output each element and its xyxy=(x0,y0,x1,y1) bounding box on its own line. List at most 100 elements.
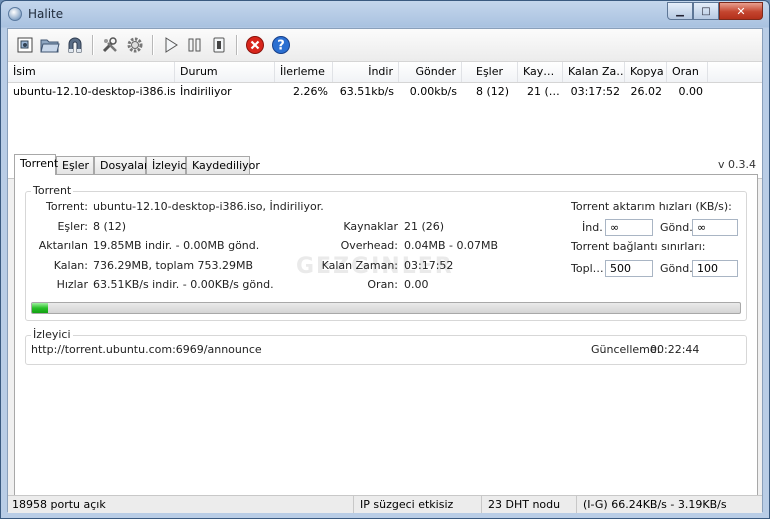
torrent-tab-panel: Torrent GEZGINLER Torrent: ubuntu-12.10-… xyxy=(14,174,758,496)
remaining-label: Kalan: xyxy=(53,259,88,272)
minimize-icon: ▁ xyxy=(676,5,684,17)
peers-value: 8 (12) xyxy=(93,220,127,233)
toolbar-separator xyxy=(236,35,238,55)
transferred-value: 19.85MB indir. - 0.00MB gönd. xyxy=(93,239,260,252)
help-button[interactable]: ? xyxy=(270,34,292,56)
remove-button[interactable] xyxy=(244,34,266,56)
rate-up-label: Gönd. xyxy=(660,221,693,234)
cell-name: ubuntu-12.10-desktop-i386.iso xyxy=(13,85,175,98)
status-dht: 23 DHT nodu xyxy=(481,496,576,513)
speeds-label: Hızlar xyxy=(56,278,88,291)
cell-status: İndiriliyor xyxy=(180,85,232,98)
help-icon: ? xyxy=(272,36,290,54)
cell-ratio: 0.00 xyxy=(678,85,704,98)
window-title: Halite xyxy=(28,7,64,21)
remove-icon xyxy=(246,36,264,54)
list-header: İsim Durum İlerleme İndir Gönder Eşler K… xyxy=(8,62,762,83)
col-header-peers[interactable]: Eşler xyxy=(462,62,518,82)
rate-down-input[interactable]: ∞ xyxy=(605,219,653,236)
overhead-label: Overhead: xyxy=(340,239,398,252)
svg-text:?: ? xyxy=(277,39,285,54)
cell-progress: 2.26% xyxy=(293,85,328,98)
close-icon: ✕ xyxy=(736,4,746,18)
status-transfer-rates: (I-G) 66.24KB/s - 3.19KB/s xyxy=(576,496,762,513)
ratio-value: 0.00 xyxy=(404,278,429,291)
pause-icon xyxy=(188,38,201,52)
torrent-group: Torrent GEZGINLER Torrent: ubuntu-12.10-… xyxy=(25,184,747,321)
pause-button[interactable] xyxy=(184,34,206,56)
tracker-group: İzleyici http://torrent.ubuntu.com:6969/… xyxy=(25,328,747,365)
halite-app-icon xyxy=(8,7,22,21)
conn-total-input[interactable]: 500 xyxy=(605,260,653,277)
torrent-value: ubuntu-12.10-desktop-i386.iso, İndiriliy… xyxy=(93,200,324,213)
tracker-group-label: İzleyici xyxy=(31,328,73,341)
peers-label: Eşler: xyxy=(57,220,88,233)
col-header-time-left[interactable]: Kalan Za… xyxy=(563,62,625,82)
tracker-update-value: 00:22:44 xyxy=(650,343,700,356)
torrent-label: Torrent: xyxy=(46,200,88,213)
time-left-value: 03:17:52 xyxy=(404,259,454,272)
maximize-button[interactable]: □ xyxy=(693,2,719,20)
transferred-label: Aktarılan xyxy=(38,239,88,252)
col-header-upload[interactable]: Gönder xyxy=(399,62,462,82)
status-ip-filter: IP süzgeci etkisiz xyxy=(353,496,481,513)
open-folder-button[interactable] xyxy=(39,34,61,56)
cell-copies: 26.02 xyxy=(630,85,663,98)
minimize-button[interactable]: ▁ xyxy=(667,2,693,20)
options-button[interactable] xyxy=(124,34,146,56)
tab-peers[interactable]: Eşler xyxy=(56,156,94,174)
tab-files[interactable]: Dosyalar xyxy=(94,156,149,174)
rate-up-input[interactable]: ∞ xyxy=(692,219,738,236)
open-torrent-button[interactable] xyxy=(14,34,36,56)
tools-button[interactable] xyxy=(99,34,121,56)
open-torrent-icon xyxy=(17,37,33,53)
conn-total-label: Topl… xyxy=(571,262,604,275)
play-icon xyxy=(165,37,178,53)
torrent-group-label: Torrent xyxy=(31,184,74,197)
tab-tracker[interactable]: İzleyici xyxy=(146,156,190,174)
toolbar-separator xyxy=(152,35,154,55)
rate-limits-title: Torrent aktarım hızları (KB/s): xyxy=(571,200,732,213)
app-window: Halite ▁ □ ✕ ? İsim Durum İlerleme İndir… xyxy=(0,0,770,519)
col-header-seeds[interactable]: Kay… xyxy=(518,62,563,82)
magnet-button[interactable] xyxy=(64,34,86,56)
start-button[interactable] xyxy=(160,34,182,56)
conn-limits-title: Torrent bağlantı sınırları: xyxy=(571,240,706,253)
sources-label: Kaynaklar xyxy=(343,220,398,233)
remaining-value: 736.29MB, toplam 753.29MB xyxy=(93,259,254,272)
col-header-progress[interactable]: İlerleme xyxy=(275,62,333,82)
col-header-copies[interactable]: Kopya xyxy=(625,62,667,82)
main-client-area: ? İsim Durum İlerleme İndir Gönder Eşler… xyxy=(7,28,763,513)
toolbar: ? xyxy=(8,29,762,62)
stop-button[interactable] xyxy=(208,34,230,56)
table-row[interactable]: ubuntu-12.10-desktop-i386.iso İndiriliyo… xyxy=(8,83,708,101)
magnet-icon xyxy=(68,37,82,53)
status-port: 18958 portu açık xyxy=(12,498,106,511)
time-left-label: Kalan Zaman: xyxy=(321,259,398,272)
conn-up-input[interactable]: 100 xyxy=(692,260,738,277)
version-label: v 0.3.4 xyxy=(718,158,756,171)
cell-seeds: 21 (… xyxy=(527,85,560,98)
download-progress-bar xyxy=(31,302,741,314)
stop-icon xyxy=(213,37,225,53)
col-header-status[interactable]: Durum xyxy=(175,62,275,82)
col-header-download[interactable]: İndir xyxy=(333,62,399,82)
gear-icon xyxy=(127,37,143,53)
tab-logging[interactable]: Kaydediliyor xyxy=(186,156,260,174)
cell-upload: 0.00kb/s xyxy=(409,85,457,98)
speeds-value: 63.51KB/s indir. - 0.00KB/s gönd. xyxy=(93,278,274,291)
status-bar: 18958 portu açık IP süzgeci etkisiz 23 D… xyxy=(8,495,762,513)
rate-down-label: İnd. xyxy=(582,221,603,234)
close-button[interactable]: ✕ xyxy=(719,2,763,20)
col-header-name[interactable]: İsim xyxy=(8,62,175,82)
ratio-label: Oran: xyxy=(367,278,398,291)
settings-tools-icon xyxy=(102,37,117,53)
cell-time-left: 03:17:52 xyxy=(570,85,620,98)
title-bar[interactable]: Halite ▁ □ ✕ xyxy=(1,1,769,27)
tracker-url: http://torrent.ubuntu.com:6969/announce xyxy=(31,343,262,356)
overhead-value: 0.04MB - 0.07MB xyxy=(404,239,499,252)
folder-icon xyxy=(40,39,60,53)
col-header-ratio[interactable]: Oran xyxy=(667,62,708,82)
progress-fill xyxy=(32,303,48,313)
tab-torrent[interactable]: Torrent xyxy=(14,154,58,175)
